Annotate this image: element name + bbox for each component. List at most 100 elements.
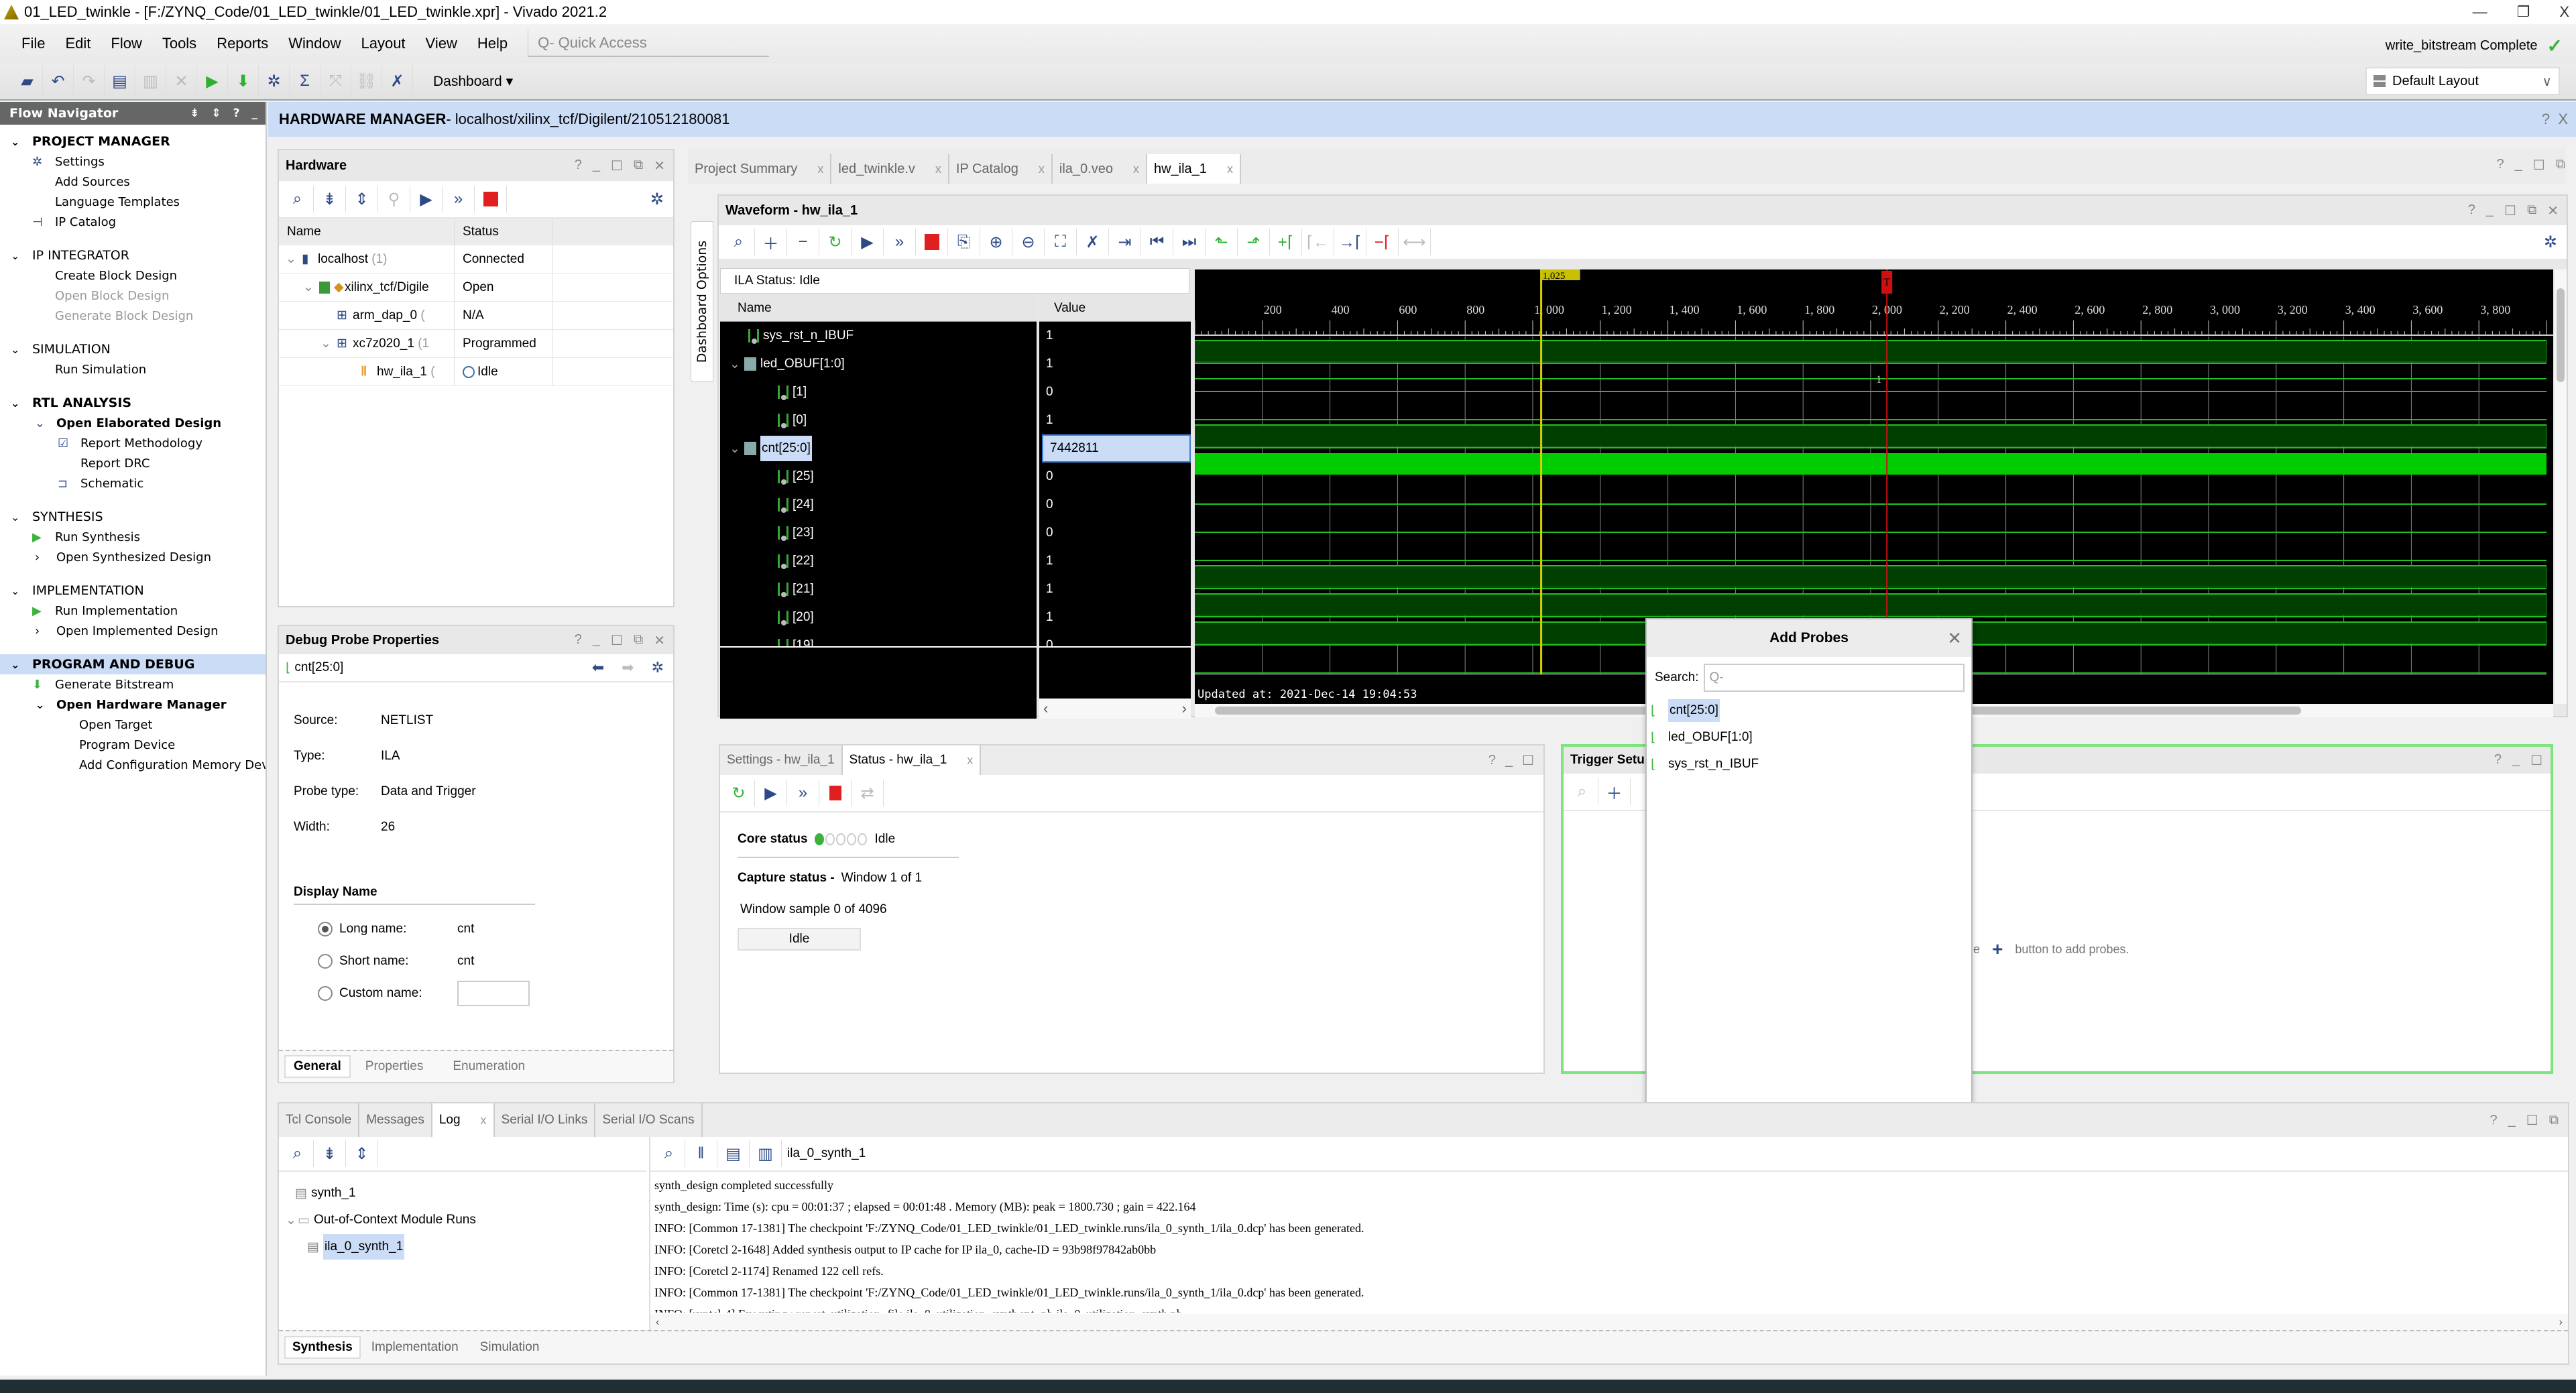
help-icon[interactable]: ? bbox=[2542, 111, 2550, 127]
help-icon[interactable]: ? bbox=[2494, 752, 2502, 769]
columns-icon[interactable]: ▥ bbox=[750, 1140, 782, 1167]
help-icon[interactable]: ? bbox=[575, 632, 582, 649]
custom-name-option[interactable]: Custom name: bbox=[318, 977, 673, 1010]
short-name-radio[interactable] bbox=[318, 954, 333, 969]
search-icon[interactable]: ⌕ bbox=[282, 1140, 314, 1167]
menu-help[interactable]: Help bbox=[477, 35, 508, 52]
nav-ip-catalog[interactable]: ⊣ IP Catalog bbox=[0, 212, 266, 232]
nav-open-elaborated-design[interactable]: ⌄ Open Elaborated Design bbox=[0, 413, 266, 433]
delete-marker-icon[interactable]: −⌈ bbox=[1366, 229, 1399, 255]
menu-file[interactable]: File bbox=[21, 35, 45, 52]
menu-reports[interactable]: Reports bbox=[217, 35, 268, 52]
back-arrow-icon[interactable]: ⬅ bbox=[592, 659, 622, 676]
open-folder-icon[interactable]: ▰ bbox=[12, 66, 43, 97]
search-icon[interactable]: ⌕ bbox=[723, 229, 755, 255]
probe-list-item[interactable]: ⌊ led_OBUF[1:0] bbox=[1647, 724, 1971, 751]
nav-open-hardware-manager[interactable]: ⌄ Open Hardware Manager bbox=[0, 694, 266, 715]
signal-value[interactable]: 1 bbox=[1039, 350, 1191, 378]
add-marker-icon[interactable]: +⌈ bbox=[1270, 229, 1302, 255]
signal-row[interactable]: sys_rst_n_IBUF bbox=[720, 322, 1037, 350]
signal-value[interactable]: 1 bbox=[1039, 406, 1191, 434]
close-tab-icon[interactable]: x bbox=[1133, 162, 1139, 176]
nav-add-sources[interactable]: Add Sources bbox=[0, 172, 266, 192]
link-icon[interactable]: ⛓ bbox=[351, 66, 382, 97]
maximize-icon[interactable]: ☐ bbox=[1522, 752, 1534, 769]
waveform-vscroll[interactable] bbox=[2555, 269, 2567, 704]
help-icon[interactable]: ? bbox=[233, 107, 240, 120]
tree-row[interactable]: Ⅱhw_ila_1 (Idle bbox=[279, 358, 673, 386]
gear-icon[interactable]: ✲ bbox=[650, 190, 673, 209]
signal-row[interactable]: [25] bbox=[720, 463, 1037, 491]
remove-icon[interactable]: − bbox=[787, 229, 819, 255]
tab-status-hw-ila[interactable]: Status - hw_ila_1 x bbox=[842, 745, 982, 775]
tree-item[interactable]: ⌄ ▭ Out-of-Context Module Runs bbox=[279, 1207, 646, 1233]
tree-row[interactable]: ⌄ ⊞ xc7z020_1 (1 Programmed bbox=[279, 330, 673, 358]
go-to-cursor-icon[interactable]: ⇥ bbox=[1109, 229, 1141, 255]
signal-value[interactable]: 0 bbox=[1039, 463, 1191, 491]
tab-ila-veo[interactable]: ila_0.veo x bbox=[1053, 154, 1147, 184]
nav-schematic[interactable]: ⊐ Schematic bbox=[0, 473, 266, 493]
signal-row[interactable]: [19] bbox=[720, 631, 1037, 646]
menu-edit[interactable]: Edit bbox=[65, 35, 91, 52]
run-immediate-icon[interactable]: » bbox=[787, 780, 819, 806]
value-hscroll[interactable]: ‹ › bbox=[1039, 699, 1191, 719]
tab-ip-catalog[interactable]: IP Catalog x bbox=[949, 154, 1053, 184]
minimize-icon[interactable]: _ bbox=[1505, 753, 1513, 768]
collapse-all-icon[interactable]: ⇟ bbox=[314, 1140, 346, 1167]
probe-list-item[interactable]: ⌊ cnt[25:0] bbox=[1647, 697, 1971, 724]
signal-value[interactable]: 0 bbox=[1039, 491, 1191, 519]
scroll-thumb[interactable] bbox=[2557, 288, 2565, 382]
refresh-icon[interactable]: ↻ bbox=[819, 229, 852, 255]
signal-value[interactable]: 1 bbox=[1039, 547, 1191, 575]
run-trigger-icon[interactable]: ▶ bbox=[410, 186, 443, 213]
swap-cursors-icon[interactable]: ⟷ bbox=[1399, 229, 1431, 255]
quick-access-input[interactable]: Q- Quick Access bbox=[528, 30, 770, 57]
section-program-and-debug[interactable]: ⌄ PROGRAM AND DEBUG bbox=[0, 654, 266, 674]
stop-icon[interactable] bbox=[916, 229, 948, 255]
tab-serial-io-links[interactable]: Serial I/O Links bbox=[495, 1103, 596, 1137]
sigma-icon[interactable]: Σ bbox=[290, 66, 320, 97]
signal-row[interactable]: ⌄ led_OBUF[1:0] bbox=[720, 350, 1037, 378]
next-transition-icon[interactable]: ⬏ bbox=[1238, 229, 1270, 255]
dashboard-options-tab[interactable]: Dashboard Options bbox=[691, 221, 713, 382]
close-tab-icon[interactable]: x bbox=[481, 1113, 487, 1128]
scroll-right-icon[interactable]: › bbox=[1182, 700, 1187, 717]
nav-run-simulation[interactable]: Run Simulation bbox=[0, 359, 266, 379]
maximize-icon[interactable]: ☐ bbox=[611, 632, 623, 649]
scroll-left-icon[interactable]: ‹ bbox=[1043, 700, 1048, 717]
minimize-icon[interactable]: _ bbox=[2486, 202, 2494, 219]
nav-generate-block-design[interactable]: Generate Block Design bbox=[0, 306, 266, 326]
close-icon[interactable]: ✕ bbox=[654, 158, 665, 174]
close-icon[interactable]: ✕ bbox=[1947, 628, 1962, 649]
signal-value[interactable]: 1 bbox=[1039, 575, 1191, 603]
undo-icon[interactable]: ↶ bbox=[43, 66, 74, 97]
tree-item[interactable]: ▤ synth_1 bbox=[279, 1180, 646, 1207]
signal-row[interactable]: [0] bbox=[720, 406, 1037, 434]
collapse-all-icon[interactable]: ⇟ bbox=[314, 186, 346, 213]
gear-icon[interactable]: ✲ bbox=[652, 659, 673, 676]
tab-log[interactable]: Log x bbox=[432, 1103, 495, 1137]
restore-button[interactable]: ❐ bbox=[2517, 0, 2530, 24]
refresh-icon[interactable]: ↻ bbox=[723, 780, 755, 806]
signal-row[interactable]: [24] bbox=[720, 491, 1037, 519]
tab-tcl-console[interactable]: Tcl Console bbox=[279, 1103, 360, 1137]
nav-report-methodology[interactable]: ☑ Report Methodology bbox=[0, 433, 266, 453]
help-icon[interactable]: ? bbox=[2468, 202, 2475, 219]
zoom-fit-icon[interactable]: ⛶ bbox=[1045, 229, 1077, 255]
float-icon[interactable]: ⧉ bbox=[2549, 1113, 2559, 1128]
signal-value[interactable]: 0 bbox=[1039, 519, 1191, 547]
signal-row[interactable]: ⌄ cnt[25:0] bbox=[720, 434, 1037, 463]
tree-row[interactable]: ⌄ ◆ xilinx_tcf/Digile Open bbox=[279, 274, 673, 302]
tab-serial-io-scans[interactable]: Serial I/O Scans bbox=[595, 1103, 703, 1137]
close-icon[interactable]: X bbox=[2558, 111, 2568, 127]
menu-flow[interactable]: Flow bbox=[111, 35, 141, 52]
run-immediate-icon[interactable]: » bbox=[884, 229, 916, 255]
run-trigger-icon[interactable]: ▶ bbox=[852, 229, 884, 255]
help-icon[interactable]: ? bbox=[575, 158, 582, 174]
settings-gear-icon[interactable]: ✲ bbox=[259, 66, 290, 97]
tab-enumeration[interactable]: Enumeration bbox=[438, 1056, 540, 1077]
menu-view[interactable]: View bbox=[426, 35, 457, 52]
section-synthesis[interactable]: ⌄ SYNTHESIS bbox=[0, 507, 266, 527]
swap-icon[interactable]: ⇄ bbox=[852, 780, 884, 806]
cancel-route-icon[interactable]: ✗ bbox=[382, 66, 413, 97]
